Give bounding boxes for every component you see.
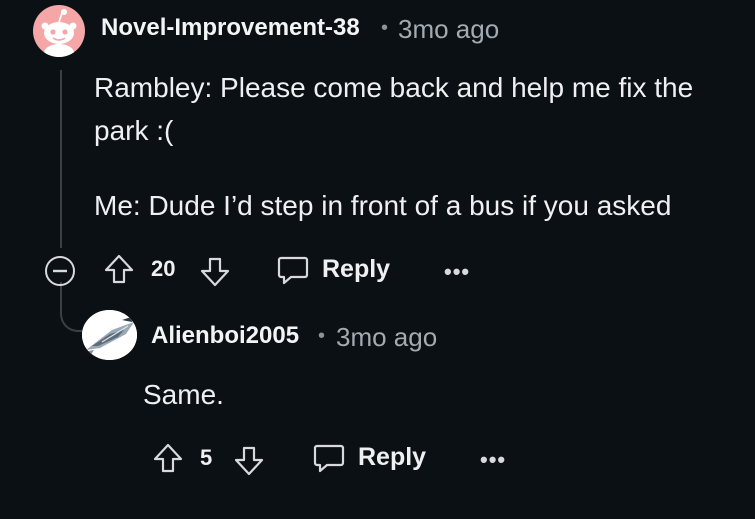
reply-button-label: Reply bbox=[322, 254, 391, 283]
reply-thread-connector bbox=[60, 282, 84, 332]
reply-button-label: Reply bbox=[358, 442, 427, 471]
reply-button[interactable]: Reply bbox=[276, 252, 390, 286]
reply-body: Same. bbox=[143, 379, 224, 410]
speech-bubble-icon bbox=[277, 256, 309, 285]
vote-count: 20 bbox=[151, 256, 176, 281]
downvote-arrow-icon[interactable] bbox=[233, 445, 265, 477]
comment-timestamp[interactable]: 3mo ago bbox=[398, 14, 499, 45]
comment-author[interactable]: Novel-Improvement-38 bbox=[101, 14, 360, 42]
meta-separator: • bbox=[318, 325, 326, 347]
spaceship-avatar-icon[interactable] bbox=[82, 310, 137, 360]
comment-thread: Novel-Improvement-38 • 3mo ago Rambley: … bbox=[0, 0, 755, 519]
meta-separator: • bbox=[381, 17, 389, 39]
more-options-button[interactable]: ••• bbox=[480, 447, 506, 473]
reddit-snoo-avatar-icon[interactable] bbox=[33, 5, 85, 57]
upvote-arrow-icon[interactable] bbox=[152, 442, 184, 474]
speech-bubble-icon bbox=[313, 444, 345, 473]
vote-count: 5 bbox=[200, 445, 213, 470]
downvote-arrow-icon[interactable] bbox=[199, 256, 231, 288]
upvote-arrow-icon[interactable] bbox=[103, 253, 135, 285]
more-options-button[interactable]: ••• bbox=[444, 259, 470, 285]
comment-body-line-2: park :( bbox=[94, 115, 174, 146]
comment-body-line-1: Rambley: Please come back and help me fi… bbox=[94, 72, 694, 103]
thread-line[interactable] bbox=[60, 70, 62, 248]
collapse-minus-icon[interactable] bbox=[44, 255, 76, 287]
reply-author[interactable]: Alienboi2005 bbox=[151, 322, 299, 350]
reply-timestamp[interactable]: 3mo ago bbox=[336, 322, 437, 353]
reply-button[interactable]: Reply bbox=[312, 440, 426, 474]
comment-body-line-4: Me: Dude I’d step in front of a bus if y… bbox=[94, 190, 672, 221]
